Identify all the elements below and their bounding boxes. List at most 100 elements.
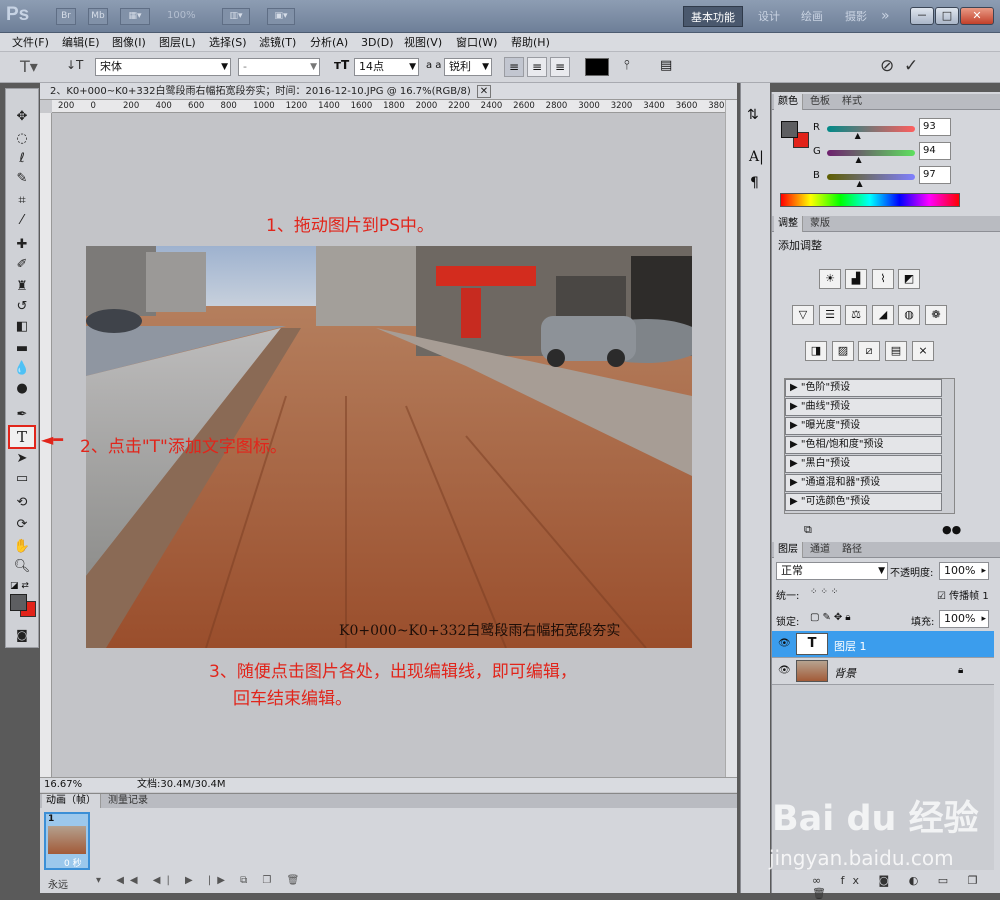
more-workspaces-icon[interactable]: » [874,6,897,27]
tab-paths[interactable]: 路径 [838,542,866,558]
menu-analysis[interactable]: 分析(A) [310,33,348,52]
threshold-icon[interactable]: ⧄ [858,341,880,361]
unify-icons[interactable]: ⁘ ⁘ ⁘ [810,587,838,597]
tab-masks[interactable]: 蒙版 [806,216,834,232]
curves-icon[interactable]: ⌇ [872,269,894,289]
preset-levels[interactable]: ▶ "色阶"预设 [785,379,942,397]
slider-thumb-icon[interactable]: ▲ [856,155,862,164]
arrange-documents-icon[interactable]: ▥▾ [222,8,250,25]
slider-thumb-icon[interactable]: ▲ [856,179,862,188]
preset-hue-saturation[interactable]: ▶ "色相/饱和度"预设 [785,436,942,454]
align-center-button[interactable]: ≡ [527,57,547,77]
lasso-tool-icon[interactable]: ℓ [10,149,34,169]
foreground-color-swatch[interactable] [10,594,27,611]
workspace-essentials[interactable]: 基本功能 [683,6,743,27]
3d-orbit-tool-icon[interactable]: ⟳ [10,515,34,535]
tab-styles[interactable]: 样式 [838,94,866,110]
panel-fg-color-swatch[interactable] [781,121,798,138]
font-style-select[interactable]: - ▼ [238,58,320,76]
menu-layer[interactable]: 图层(L) [159,33,196,52]
close-tab-icon[interactable]: ✕ [476,85,492,98]
path-select-tool-icon[interactable]: ➤ [10,449,34,469]
antialias-select[interactable]: 锐利 ▼ [444,58,492,76]
fill-field[interactable]: 100% ▸ [939,610,989,628]
levels-icon[interactable]: ▟ [845,269,867,289]
blend-mode-select[interactable]: 正常 ▼ [776,562,888,580]
color-spectrum-bar[interactable] [780,193,960,207]
posterize-icon[interactable]: ▨ [832,341,854,361]
menu-view[interactable]: 视图(V) [404,33,442,52]
mini-bridge-icon[interactable]: Mb [88,8,108,25]
menu-image[interactable]: 图像(I) [112,33,146,52]
zoom-status[interactable]: 16.67% [44,778,82,792]
zoom-level[interactable]: 100% [167,10,196,21]
cancel-icon[interactable]: ⊘ [880,56,894,76]
3d-rotate-tool-icon[interactable]: ⟲ [10,493,34,513]
opacity-field[interactable]: 100% ▸ [939,562,989,580]
text-color-swatch[interactable] [585,58,609,76]
channel-b-value[interactable]: 97 [919,166,951,184]
gradient-map-icon[interactable]: ▤ [885,341,907,361]
quick-mask-icon[interactable]: ◙ [10,625,34,645]
menu-filter[interactable]: 滤镜(T) [259,33,296,52]
type-tool-preset-icon[interactable]: T▾ [20,57,38,76]
pen-tool-icon[interactable]: ✒ [10,405,34,425]
slider-thumb-icon[interactable]: ▲ [855,131,861,140]
loop-option[interactable]: 永远 [48,876,68,891]
quick-select-tool-icon[interactable]: ✎ [10,169,34,189]
character-panel-icon[interactable]: ▤ [660,58,672,73]
preset-exposure[interactable]: ▶ "曝光度"预设 [785,417,942,435]
preset-curves[interactable]: ▶ "曲线"预设 [785,398,942,416]
exposure-icon[interactable]: ◩ [898,269,920,289]
move-tool-icon[interactable]: ✥ [10,107,34,127]
history-panel-icon[interactable]: ⇅ [747,107,759,123]
menu-edit[interactable]: 编辑(E) [62,33,100,52]
eraser-tool-icon[interactable]: ◧ [10,317,34,337]
playback-controls[interactable]: ▾ ◀◀ ◀| ▶ |▶ ⧉ ❐ 🗑︎ [96,875,305,886]
bridge-icon[interactable]: Br [56,8,76,25]
layer-name[interactable]: 图层 1 [834,638,867,654]
document-size-status[interactable]: 文档:30.4M/30.4M [137,778,226,792]
channel-g-slider[interactable]: ▲ [827,150,915,164]
preset-selective-color[interactable]: ▶ "可选颜色"预设 [785,493,942,511]
menu-select[interactable]: 选择(S) [209,33,247,52]
marquee-tool-icon[interactable]: ◌ [10,129,34,149]
tab-layers[interactable]: 图层 [774,542,803,558]
preset-channel-mixer[interactable]: ▶ "通道混和器"预设 [785,474,942,492]
mask-options-icon[interactable]: ●● [942,523,961,536]
propagate-frame-checkbox[interactable]: ☑ 传播帧 1 [937,587,989,602]
menu-window[interactable]: 窗口(W) [456,33,497,52]
eyedropper-tool-icon[interactable]: ⁄ [10,211,34,231]
align-right-button[interactable]: ≡ [550,57,570,77]
menu-3d[interactable]: 3D(D) [361,33,394,52]
crop-tool-icon[interactable]: ⌗ [10,191,34,211]
hue-saturation-icon[interactable]: ☰ [819,305,841,325]
close-button[interactable]: ✕ [960,7,994,25]
font-size-select[interactable]: 14点 ▼ [354,58,419,76]
character-panel-icon[interactable]: A| [749,149,764,165]
paragraph-panel-icon[interactable]: ¶ [750,175,759,191]
vibrance-icon[interactable]: ▽ [792,305,814,325]
blur-tool-icon[interactable]: 💧 [10,359,34,379]
healing-brush-tool-icon[interactable]: ✚ [10,235,34,255]
photo-filter-icon[interactable]: ◍ [898,305,920,325]
layer-actions-bar[interactable]: ∞ fx ◙ ◐ ▭ ❐ 🗑︎ [812,874,1000,900]
dodge-tool-icon[interactable]: ● [10,379,34,399]
animation-frame[interactable]: 1 0 秒 [44,812,90,870]
frame-delay[interactable]: 0 秒 [64,856,82,869]
brush-tool-icon[interactable]: ✐ [10,255,34,275]
color-balance-icon[interactable]: ⚖ [845,305,867,325]
commit-icon[interactable]: ✓ [904,56,918,76]
clone-stamp-tool-icon[interactable]: ♜ [10,277,34,297]
tab-measurement-log[interactable]: 测量记录 [104,794,152,808]
align-left-button[interactable]: ≡ [504,57,524,77]
menu-file[interactable]: 文件(F) [12,33,49,52]
preset-black-white[interactable]: ▶ "黑白"预设 [785,455,942,473]
black-white-icon[interactable]: ◢ [872,305,894,325]
channel-b-slider[interactable]: ▲ [827,174,915,188]
tab-swatches[interactable]: 色板 [806,94,834,110]
workspace-painting[interactable]: 绘画 [794,6,830,27]
photo-caption-text[interactable]: K0+000~K0+332白鹭段雨右幅拓宽段夯实 [339,620,620,640]
workspace-design[interactable]: 设计 [751,6,787,27]
zoom-tool-icon[interactable]: 🔍︎ [10,557,34,577]
